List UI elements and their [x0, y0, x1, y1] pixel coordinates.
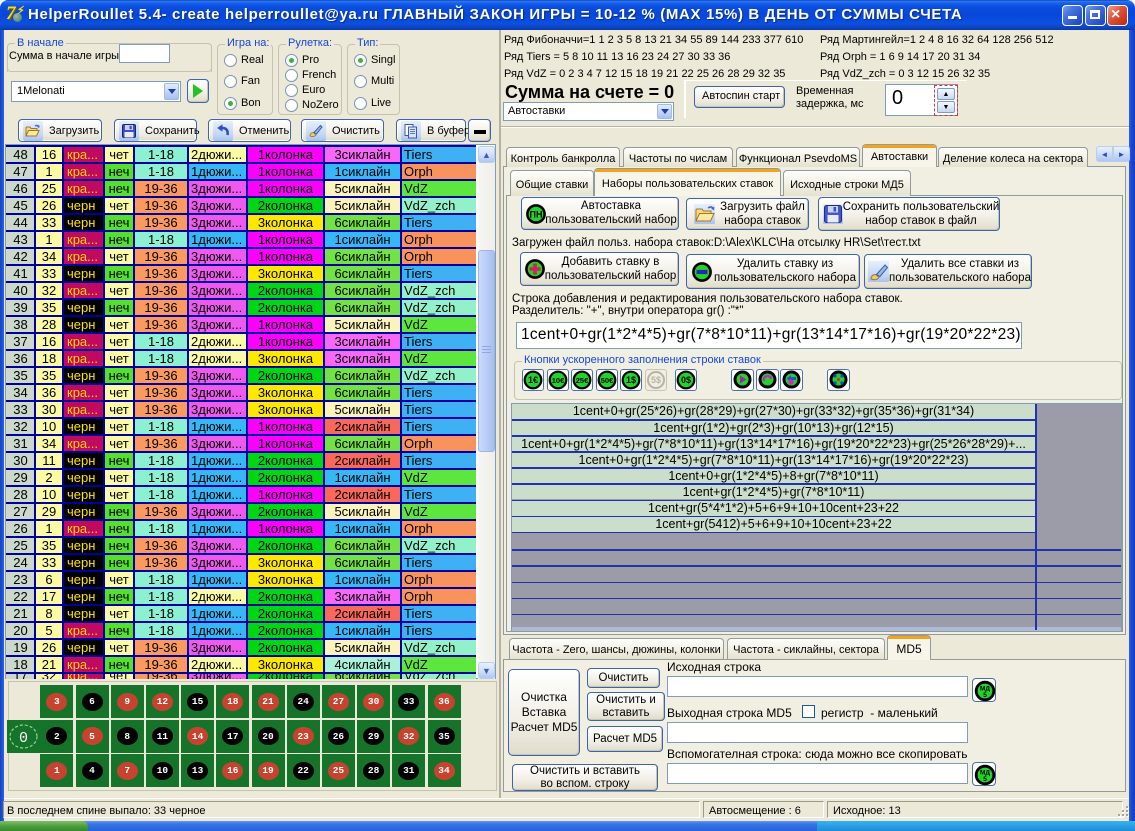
svg-text:5: 5 — [983, 776, 987, 783]
svg-text:1$: 1$ — [626, 375, 636, 385]
svg-text:10€: 10€ — [551, 376, 564, 385]
svg-text:0: 0 — [19, 730, 28, 747]
svg-text:5: 5 — [983, 692, 987, 699]
svg-text:1€: 1€ — [528, 375, 538, 385]
svg-text:50€: 50€ — [601, 376, 614, 385]
svg-text:5$: 5$ — [651, 375, 661, 385]
svg-text:ПН: ПН — [530, 210, 543, 220]
svg-text:0$: 0$ — [681, 375, 691, 385]
svg-text:25€: 25€ — [576, 376, 589, 385]
